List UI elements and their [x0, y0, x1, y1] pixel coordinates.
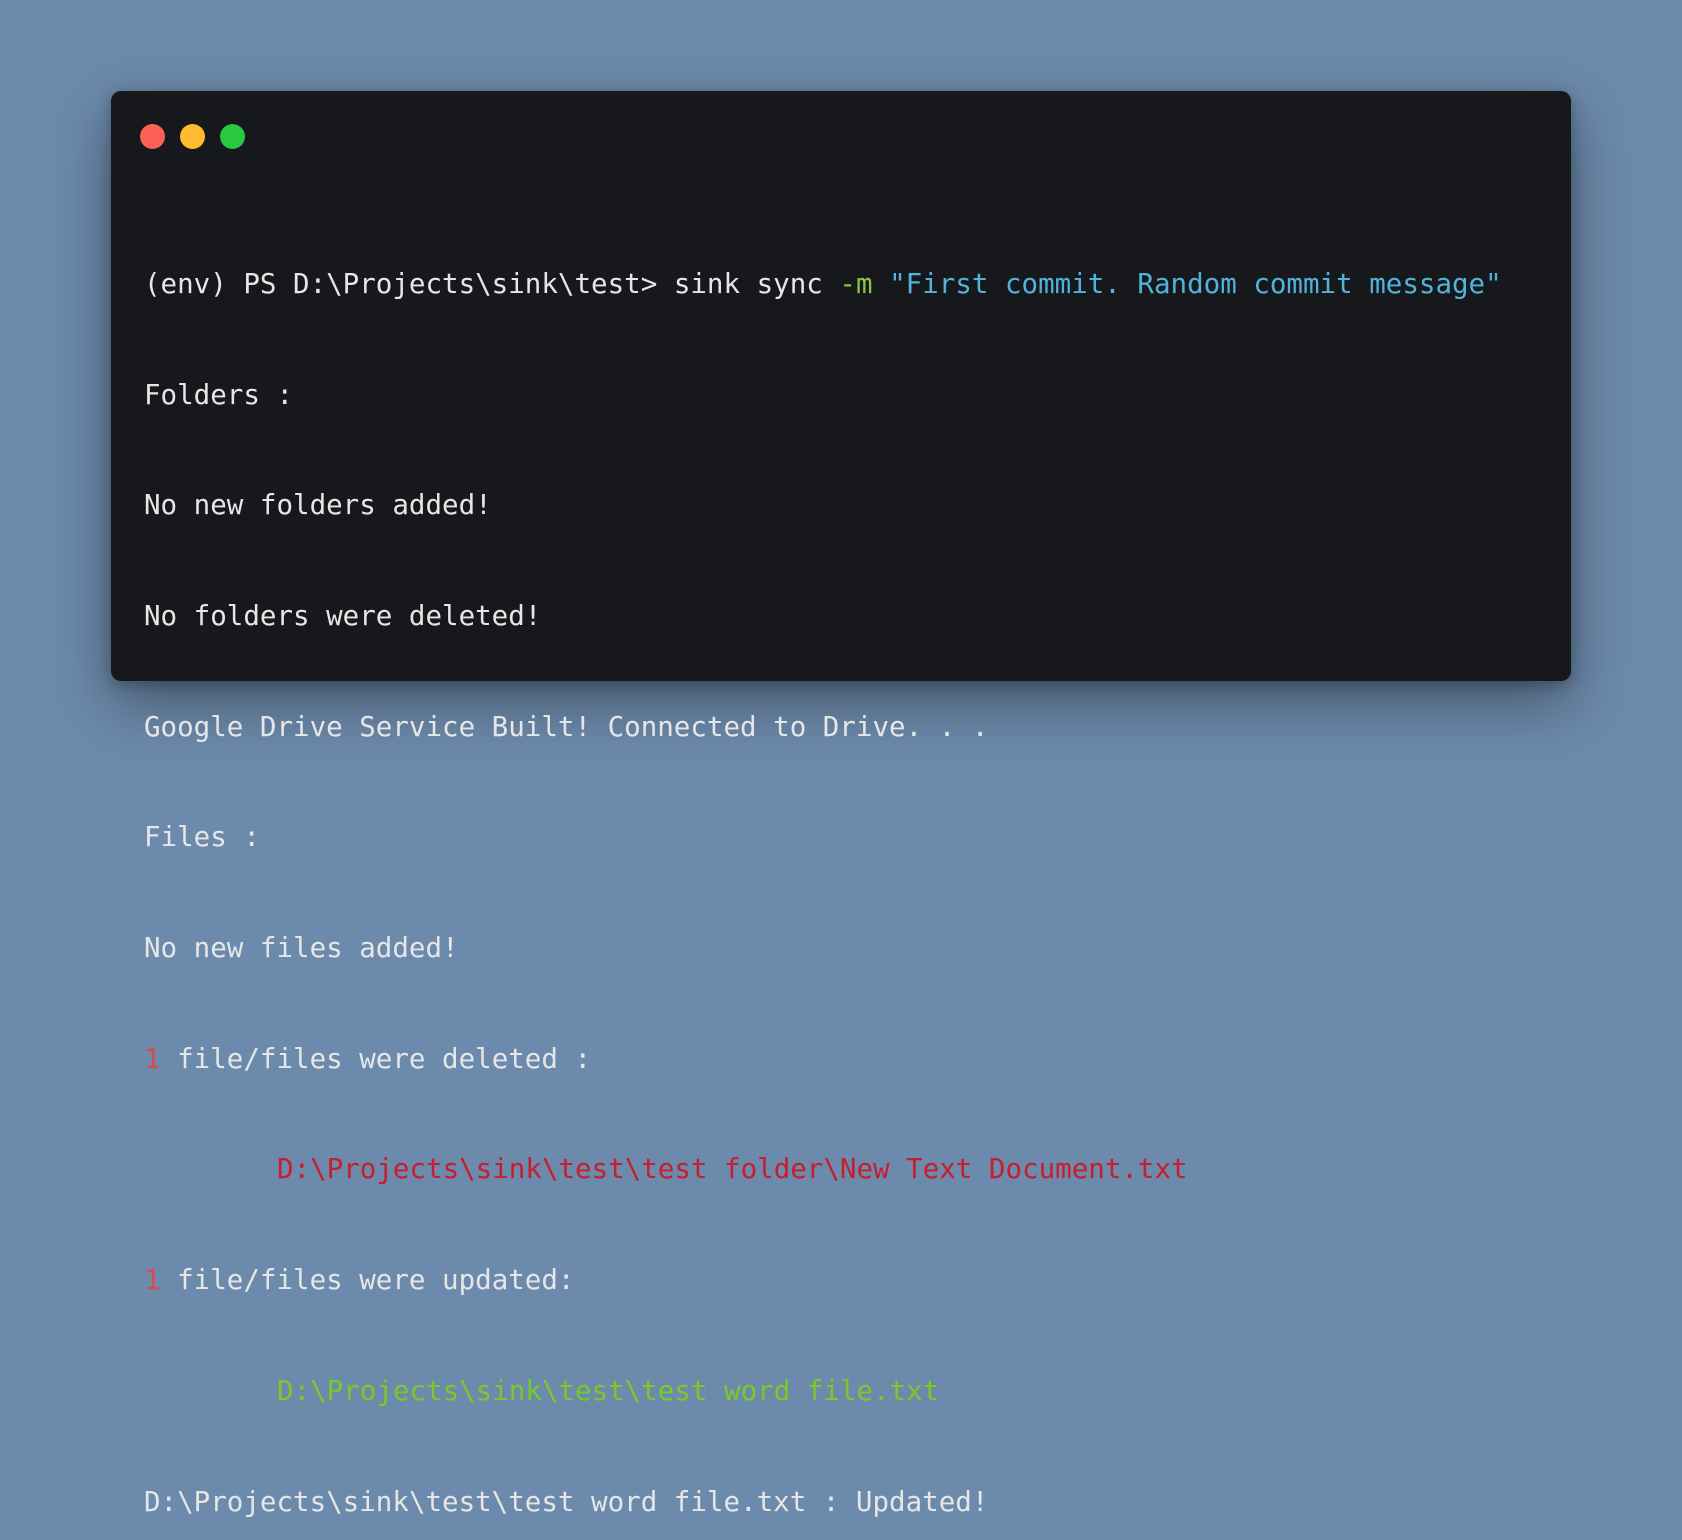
window-controls — [140, 124, 245, 149]
commit-message: "First commit. Random commit message" — [889, 267, 1502, 300]
deleted-count: 1 — [144, 1042, 161, 1075]
deleted-file-path: D:\Projects\sink\test\test folder\New Te… — [277, 1153, 1188, 1186]
updated-file-path: D:\Projects\sink\test\test word file.txt — [277, 1374, 940, 1407]
drive-status-line: Google Drive Service Built! Connected to… — [144, 710, 989, 743]
command-line: (env) PS D:\Projects\sink\test> sink syn… — [144, 266, 1551, 303]
terminal-window: (env) PS D:\Projects\sink\test> sink syn… — [111, 91, 1571, 1518]
no-new-folders-line: No new folders added! — [144, 489, 492, 522]
no-folders-deleted-line: No folders were deleted! — [144, 599, 542, 632]
updated-label: file/files were updated: — [160, 1264, 575, 1297]
updated-count: 1 — [144, 1264, 161, 1297]
deleted-label: file/files were deleted : — [160, 1042, 592, 1075]
prompt: (env) PS D:\Projects\sink\test> — [144, 267, 674, 300]
no-new-files-line: No new files added! — [144, 932, 459, 965]
close-icon[interactable] — [140, 124, 165, 149]
updated-files-line: 1 file/files were updated: — [144, 1262, 1551, 1299]
terminal-output[interactable]: (env) PS D:\Projects\sink\test> sink syn… — [144, 192, 1551, 1540]
command: sink sync — [673, 267, 840, 300]
files-header: Files : — [144, 821, 260, 854]
final-status-line: D:\Projects\sink\test\test word file.txt… — [144, 1485, 989, 1518]
minimize-icon[interactable] — [180, 124, 205, 149]
maximize-icon[interactable] — [220, 124, 245, 149]
folders-header: Folders : — [144, 378, 294, 411]
deleted-files-line: 1 file/files were deleted : — [144, 1041, 1551, 1078]
command-flag: -m — [839, 267, 873, 300]
